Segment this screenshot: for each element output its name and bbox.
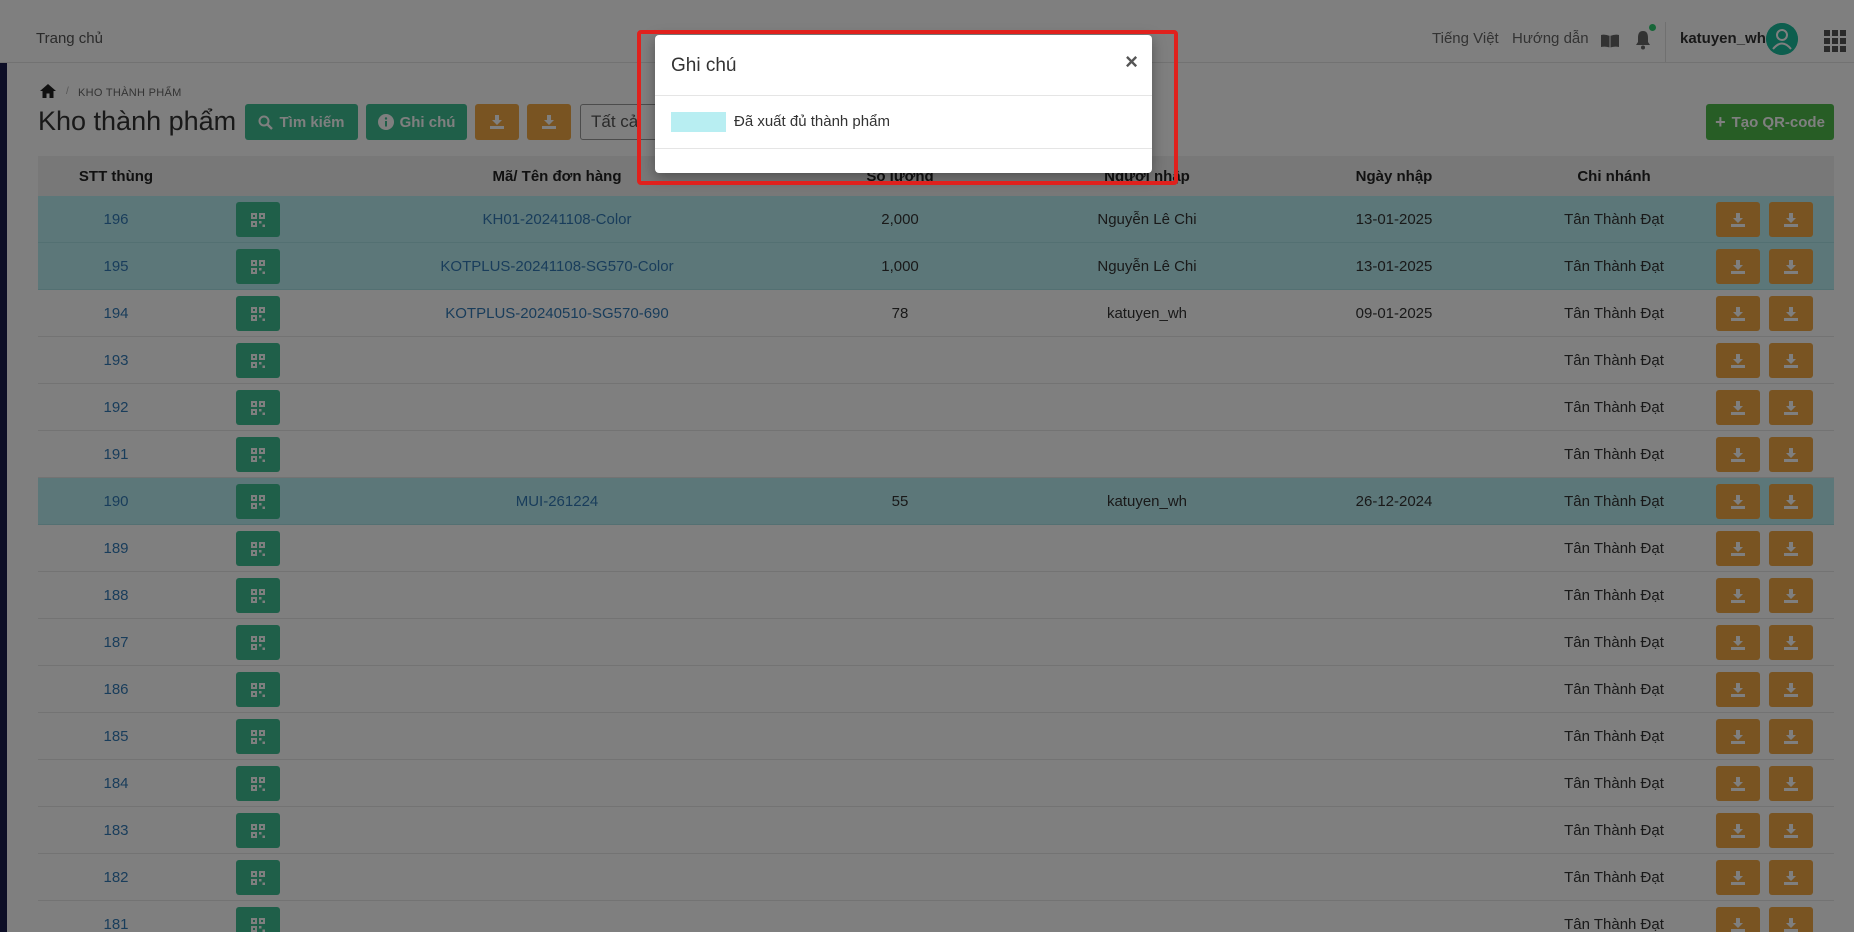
modal-header-divider: [655, 95, 1152, 96]
close-icon[interactable]: ×: [1125, 49, 1138, 75]
note-modal: Ghi chú × Đã xuất đủ thành phẩm: [655, 35, 1152, 173]
modal-title: Ghi chú: [671, 55, 737, 76]
legend-color-swatch: [671, 112, 726, 132]
modal-footer-divider: [655, 148, 1152, 149]
legend-label: Đã xuất đủ thành phẩm: [734, 113, 890, 130]
